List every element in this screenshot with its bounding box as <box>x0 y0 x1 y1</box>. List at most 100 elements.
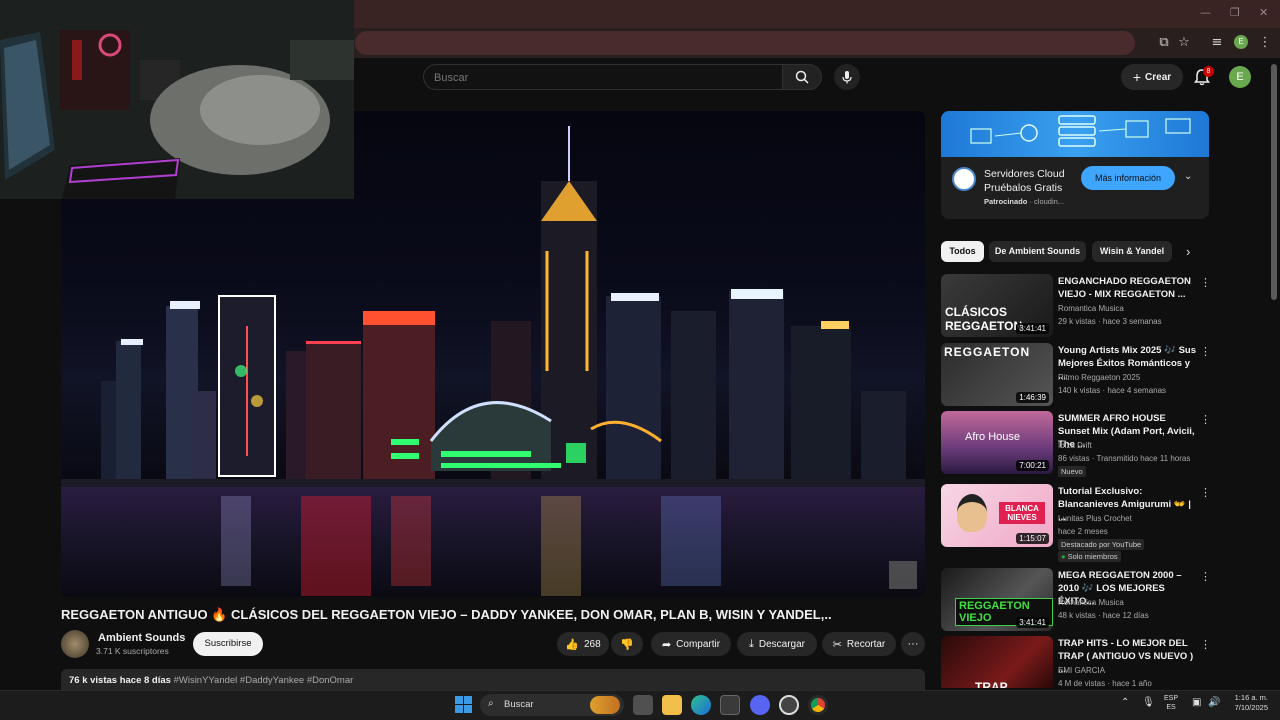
store-icon[interactable] <box>720 695 740 715</box>
list-item[interactable]: CLÁSICOS REGGAETON 3:41:41 ENGANCHADO RE… <box>941 274 1221 338</box>
download-label: Descargar <box>758 638 805 650</box>
list-item[interactable]: REGGAETON VIEJO 3:41:41 MEGA REGGAETON 2… <box>941 568 1221 632</box>
like-count: 268 <box>584 638 601 650</box>
video-thumbnail[interactable]: REGGAETON 1:46:39 <box>941 343 1053 406</box>
hashtags[interactable]: #WisinYYandel #DaddyYankee #DonOmar <box>174 675 354 686</box>
rec-channel[interactable]: Lunitas Plus Crochet <box>1058 514 1132 523</box>
share-button[interactable]: ➦ Compartir <box>651 632 731 656</box>
rec-channel[interactable]: EMI GARCIA <box>1058 666 1105 675</box>
taskbar-clock[interactable]: 1:16 a. m. 7/10/2025 <box>1226 693 1268 713</box>
steam-icon[interactable] <box>779 695 799 715</box>
video-thumbnail[interactable]: BLANCA NIEVES 1:15:07 <box>941 484 1053 547</box>
media-control-icon[interactable]: ≡ <box>1208 34 1226 52</box>
language-indicator[interactable]: ESP ES <box>1164 694 1178 712</box>
members-icon: ● <box>1061 552 1066 561</box>
clip-button[interactable]: ✂ Recortar <box>822 632 896 656</box>
account-avatar[interactable]: E <box>1229 66 1251 88</box>
maximize-icon[interactable]: ❐ <box>1230 6 1240 19</box>
subscriber-count: 3.71 K suscriptores <box>96 646 169 656</box>
rec-meta: hace 2 meses <box>1058 527 1108 536</box>
dislike-button[interactable]: 👎 <box>611 632 643 656</box>
voice-search-button[interactable] <box>834 64 860 90</box>
microphone-icon <box>842 71 852 84</box>
channel-name[interactable]: Ambient Sounds <box>98 632 185 644</box>
chevron-up-icon[interactable]: ⌃ <box>1121 697 1129 708</box>
video-thumbnail[interactable]: Afro House 7:00:21 <box>941 411 1053 474</box>
members-only-badge: ● Solo miembros <box>1058 551 1121 562</box>
rec-channel[interactable]: Romantica Musica <box>1058 598 1124 607</box>
rec-channel[interactable]: Romantica Musica <box>1058 304 1124 313</box>
video-thumbnail[interactable]: TRAP <box>941 636 1053 688</box>
rec-meta: 48 k vistas · hace 12 días <box>1058 611 1149 620</box>
more-actions-button[interactable]: ··· <box>901 632 925 656</box>
more-vertical-icon[interactable]: ⋮ <box>1200 638 1211 651</box>
like-button[interactable]: 👍 268 <box>557 632 609 656</box>
rec-title[interactable]: ENGANCHADO REGGAETON VIEJO - MIX REGGAET… <box>1058 275 1198 301</box>
list-item[interactable]: REGGAETON 1:46:39 Young Artists Mix 2025… <box>941 343 1221 407</box>
more-vertical-icon[interactable]: ⋮ <box>1200 413 1211 426</box>
close-icon[interactable]: ✕ <box>1259 6 1268 19</box>
download-button[interactable]: ⤓ Descargar <box>737 632 817 656</box>
list-item[interactable]: BLANCA NIEVES 1:15:07 Tutorial Exclusivo… <box>941 484 1221 562</box>
list-item[interactable]: TRAP TRAP HITS - LO MEJOR DEL TRAP ( ANT… <box>941 636 1221 688</box>
more-vertical-icon[interactable]: ⋮ <box>1200 345 1211 358</box>
search-input[interactable] <box>434 69 764 87</box>
task-view-icon[interactable] <box>633 695 653 715</box>
create-label: Crear <box>1145 71 1172 83</box>
search-button[interactable] <box>782 64 822 90</box>
rec-channel[interactable]: Ibiza Drift <box>1058 441 1092 450</box>
volume-icon[interactable]: 🔊 <box>1208 697 1220 708</box>
search-box <box>423 64 783 90</box>
download-icon: ⤓ <box>748 637 754 650</box>
minimize-icon[interactable]: — <box>1200 6 1211 19</box>
page-scrollbar[interactable] <box>1271 64 1277 300</box>
create-button[interactable]: + Crear <box>1121 64 1183 90</box>
more-horizontal-icon: ··· <box>907 638 919 650</box>
address-bar[interactable] <box>355 31 1135 55</box>
chip-from-channel[interactable]: De Ambient Sounds <box>989 241 1086 262</box>
file-explorer-icon[interactable] <box>662 695 682 715</box>
taskbar-search-label: Buscar <box>504 699 534 710</box>
share-arrow-icon: ➦ <box>661 637 672 651</box>
video-title: REGGAETON ANTIGUO 🔥 CLÁSICOS DEL REGGAET… <box>61 607 832 622</box>
list-item[interactable]: Afro House 7:00:21 SUMMER AFRO HOUSE Sun… <box>941 411 1221 477</box>
ad-cta-button[interactable]: Más información <box>1081 166 1175 190</box>
rec-meta: 4 M de vistas · hace 1 año <box>1058 679 1152 688</box>
clock-date: 7/10/2025 <box>1234 703 1268 712</box>
discord-icon[interactable] <box>750 695 770 715</box>
video-thumbnail[interactable]: CLÁSICOS REGGAETON 3:41:41 <box>941 274 1053 337</box>
new-badge: Nuevo <box>1058 466 1086 477</box>
subscribe-button[interactable]: Suscribirse <box>193 632 263 656</box>
rec-channel[interactable]: Ritmo Reggaeton 2025 <box>1058 373 1140 382</box>
thumbnail-text: BLANCA NIEVES <box>999 502 1045 524</box>
members-only-label: Solo miembros <box>1067 552 1118 561</box>
more-vertical-icon[interactable]: ⋮ <box>1200 486 1211 499</box>
video-thumbnail[interactable]: REGGAETON VIEJO 3:41:41 <box>941 568 1053 631</box>
video-duration: 1:15:07 <box>1016 533 1049 544</box>
chip-all[interactable]: Todos <box>941 241 984 262</box>
channel-avatar[interactable] <box>61 630 89 658</box>
more-vertical-icon[interactable]: ⋮ <box>1200 570 1211 583</box>
browser-menu-icon[interactable]: ⋮ <box>1256 34 1274 52</box>
chevron-right-icon[interactable]: › <box>1186 244 1190 259</box>
install-app-icon[interactable]: ⧉ <box>1155 34 1173 52</box>
edge-browser-icon[interactable] <box>691 695 711 715</box>
taskbar-search[interactable]: ⌕ Buscar <box>480 694 624 716</box>
windows-start-icon[interactable] <box>455 696 472 713</box>
server-illustration <box>970 115 1191 147</box>
sponsored-ad-card[interactable]: Servidores Cloud Pruébalos Gratis Patroc… <box>941 111 1209 219</box>
thumbnail-text: TRAP <box>975 680 1008 688</box>
views-date: 76 k vistas hace 8 días <box>69 675 171 686</box>
microphone-icon[interactable]: 🎙 <box>1142 697 1155 708</box>
thumbs-up-icon: 👍 <box>565 637 579 651</box>
video-duration: 7:00:21 <box>1016 460 1049 471</box>
advertiser-logo <box>952 167 976 191</box>
chrome-icon[interactable] <box>808 695 828 715</box>
video-duration: 3:41:41 <box>1016 323 1049 334</box>
more-vertical-icon[interactable]: ⋮ <box>1200 276 1211 289</box>
network-icon[interactable]: ▣ <box>1192 697 1201 708</box>
browser-profile-avatar[interactable]: E <box>1234 35 1248 49</box>
chip-wisin-yandel[interactable]: Wisin & Yandel <box>1092 241 1172 262</box>
chevron-down-icon[interactable]: ⌄ <box>1184 171 1192 182</box>
bookmark-star-icon[interactable]: ☆ <box>1175 34 1193 52</box>
